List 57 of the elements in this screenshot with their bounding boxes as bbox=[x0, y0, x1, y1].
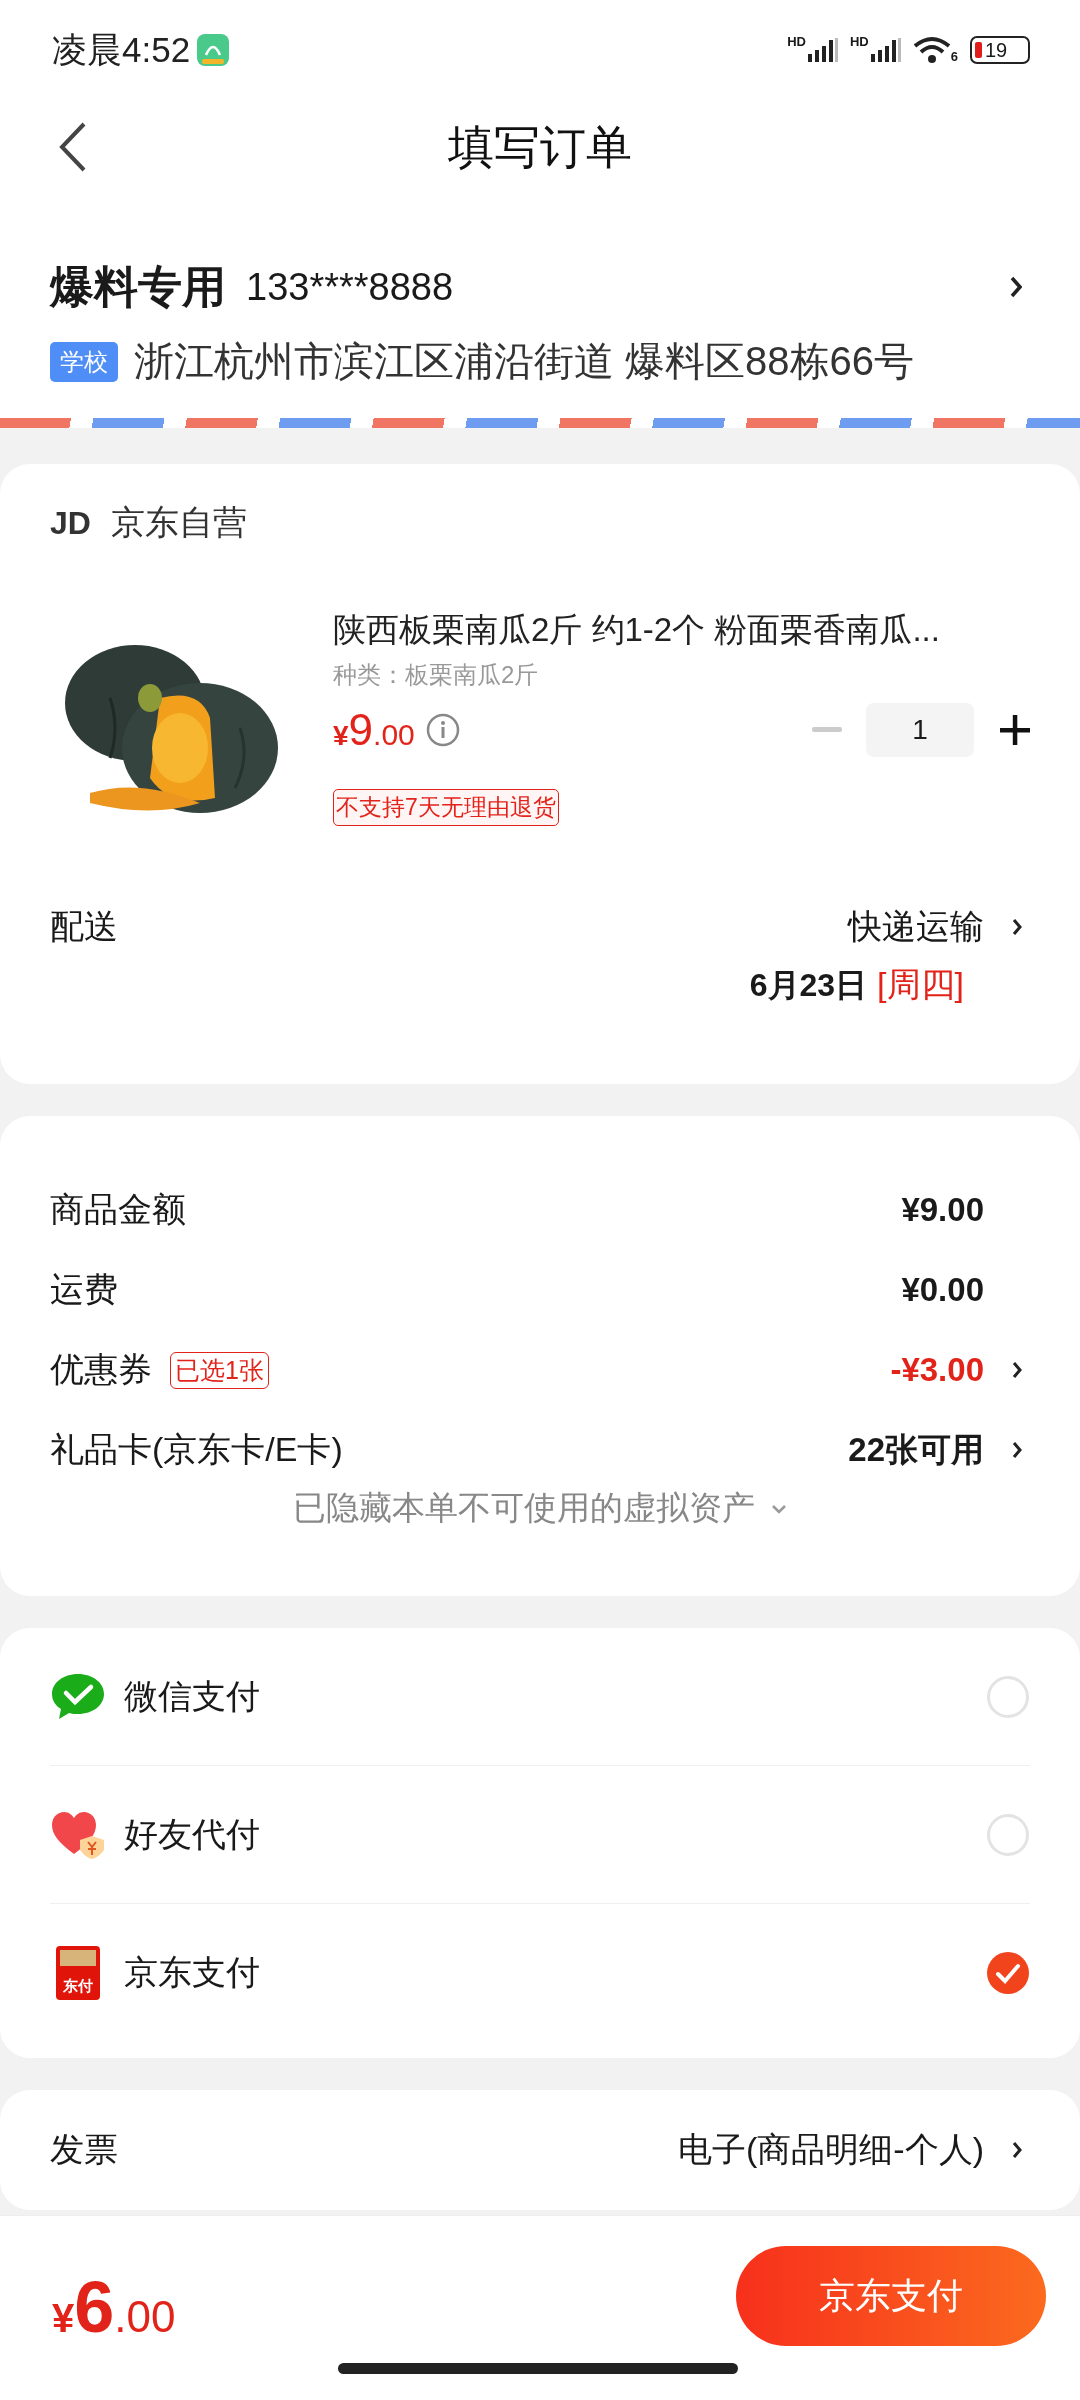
chevron-icon bbox=[1012, 918, 1022, 936]
coupon-tag: 已选1张 bbox=[170, 1351, 269, 1389]
plus-icon[interactable] bbox=[1000, 715, 1030, 745]
radio-button[interactable] bbox=[986, 1674, 1030, 1719]
radio-button[interactable] bbox=[986, 1812, 1030, 1857]
recipient-phone: 133****8888 bbox=[246, 265, 455, 309]
total-price: ¥6.00 bbox=[52, 2266, 176, 2348]
cost-label: 礼品卡(京东卡/E卡) bbox=[50, 1429, 343, 1470]
info-icon[interactable] bbox=[424, 712, 461, 748]
battery-icon: 19 bbox=[970, 36, 1030, 64]
address-card[interactable]: 爆料专用 133****8888 学校 浙江杭州市滨江区浦沿街道 爆料区88栋66号 bbox=[0, 196, 1080, 416]
heart-coin-icon bbox=[50, 1809, 106, 1860]
recipient-name: 爆料专用 bbox=[50, 260, 226, 313]
chevron-icon bbox=[1010, 276, 1022, 298]
chevron-icon bbox=[1012, 2141, 1022, 2159]
invoice-value[interactable]: 电子(商品明细-个人) bbox=[678, 2127, 984, 2173]
back-icon[interactable] bbox=[58, 122, 88, 172]
signal-icon bbox=[870, 38, 901, 62]
chevron-down-icon bbox=[771, 1503, 787, 1514]
cost-value[interactable]: 22张可用 bbox=[848, 1427, 984, 1473]
invoice-label: 发票 bbox=[50, 2129, 118, 2170]
chat-bubble-icon bbox=[50, 1671, 106, 1722]
hidden-assets-note[interactable]: 已隐藏本单不可使用的虚拟资产 bbox=[293, 1486, 755, 1531]
delivery-label: 配送 bbox=[50, 906, 118, 947]
chevron-icon bbox=[1012, 1441, 1022, 1459]
address-tag: 学校 bbox=[50, 341, 118, 382]
network-label: HD bbox=[787, 34, 806, 49]
cost-value: ¥0.00 bbox=[901, 1271, 984, 1309]
wifi-icon bbox=[912, 36, 951, 64]
status-time: 凌晨4:52 bbox=[52, 28, 191, 71]
quantity-field[interactable]: 1 bbox=[866, 703, 974, 757]
chevron-icon bbox=[1012, 1361, 1022, 1379]
card-icon: 东付 bbox=[56, 1945, 100, 2000]
payment-option[interactable]: 微信支付 bbox=[124, 1673, 986, 1720]
shop-logo: JD bbox=[50, 504, 91, 542]
wifi-label: 6 bbox=[950, 49, 958, 64]
radio-button[interactable] bbox=[986, 1950, 1030, 1995]
delivery-weekday: [周四] bbox=[877, 965, 964, 1003]
address-text: 浙江杭州市滨江区浦沿街道 爆料区88栋66号 bbox=[134, 338, 915, 385]
network-label: HD bbox=[850, 34, 869, 49]
cost-label: 运费 bbox=[50, 1269, 118, 1310]
shop-name: 京东自营 bbox=[110, 502, 247, 543]
payment-option[interactable]: 好友代付 bbox=[124, 1811, 986, 1858]
cost-value: ¥9.00 bbox=[901, 1191, 984, 1229]
signal-icon bbox=[808, 38, 838, 62]
cost-label: 商品金额 bbox=[50, 1189, 186, 1230]
cost-label: 优惠券 bbox=[50, 1349, 152, 1390]
delivery-date: 6月23日 bbox=[749, 967, 868, 1003]
product-title: 陕西板栗南瓜2斤 约1-2个 粉面栗香南瓜... bbox=[333, 610, 940, 650]
product-spec: 种类：板栗南瓜2斤 bbox=[333, 660, 539, 690]
app-icon bbox=[196, 33, 231, 67]
product-price: ¥9.00 bbox=[333, 705, 415, 755]
page-title: 填写订单 bbox=[448, 120, 632, 175]
delivery-method[interactable]: 快递运输 bbox=[848, 904, 984, 950]
return-policy-tag: 不支持7天无理由退货 bbox=[333, 789, 559, 826]
cost-value[interactable]: -¥3.00 bbox=[890, 1351, 984, 1389]
payment-option[interactable]: 京东支付 bbox=[124, 1949, 986, 1996]
